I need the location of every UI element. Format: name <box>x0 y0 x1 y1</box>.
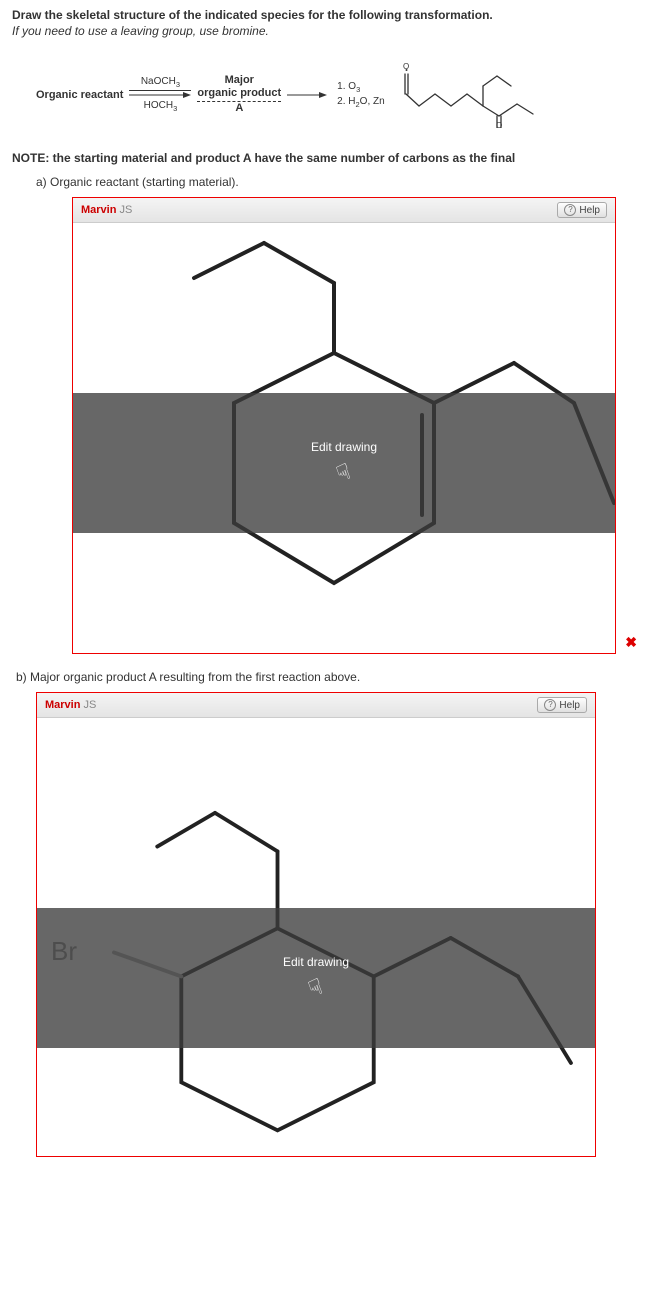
cond2b: O, Zn <box>360 96 385 107</box>
product-mid: organic product <box>197 87 281 102</box>
instruction-italic: If you need to use a leaving group, use … <box>12 24 640 38</box>
marvin-box-a: Marvin JS ? Help Edit dr <box>72 197 616 654</box>
arrow-icon <box>287 91 327 99</box>
marvin-title-red: Marvin <box>81 204 116 216</box>
arrow-icon <box>129 91 191 99</box>
arrow1-top-sub: 3 <box>176 80 180 89</box>
arrow1-bot-sub: 3 <box>173 104 177 113</box>
cond2a: 2. H <box>337 96 355 107</box>
part-a-label: a) Organic reactant (starting material). <box>36 175 640 189</box>
marvin-title-red-b: Marvin <box>45 699 80 711</box>
edit-overlay[interactable]: Edit drawing ☟ <box>73 393 615 533</box>
edit-label: Edit drawing <box>311 440 377 454</box>
svg-text:O: O <box>403 62 409 71</box>
hand-icon: ☟ <box>333 458 354 487</box>
help-button-b[interactable]: ? Help <box>537 697 587 713</box>
help-label-b: Help <box>559 700 580 711</box>
reactant-label: Organic reactant <box>36 89 123 101</box>
edit-label-b: Edit drawing <box>283 955 349 969</box>
marvin-header: Marvin JS ? Help <box>73 198 615 223</box>
help-icon: ? <box>544 699 556 711</box>
marvin-title-b: Marvin JS <box>45 699 96 711</box>
product-a-label: Major organic product A <box>197 74 281 116</box>
arrow-2 <box>287 91 327 99</box>
cond1: 1. O <box>337 81 356 92</box>
help-label: Help <box>579 205 600 216</box>
canvas-b[interactable]: Br Edit drawing ☟ <box>37 718 595 1156</box>
marvin-box-b: Marvin JS ? Help Br <box>36 692 596 1157</box>
marvin-title-grey-b: JS <box>80 699 96 711</box>
cond1-sub: 3 <box>356 85 360 94</box>
close-icon[interactable]: ✖ <box>625 634 637 651</box>
help-icon: ? <box>564 204 576 216</box>
canvas-a[interactable]: Edit drawing ☟ <box>73 223 615 653</box>
hand-icon: ☟ <box>305 973 326 1002</box>
marvin-title-grey: JS <box>116 204 132 216</box>
marvin-header-b: Marvin JS ? Help <box>37 693 595 718</box>
product-bot: A <box>197 102 281 115</box>
svg-text:O: O <box>496 121 502 128</box>
product-top: Major <box>197 74 281 87</box>
arrow1-top-text: NaOCH <box>141 76 176 87</box>
reaction-scheme: Organic reactant NaOCH3 HOCH3 Major orga… <box>36 58 640 131</box>
arrow1-bot-text: HOCH <box>144 100 173 111</box>
instruction-bold: Draw the skeletal structure of the indic… <box>12 8 640 22</box>
part-b-label: b) Major organic product A resulting fro… <box>16 670 640 684</box>
marvin-title: Marvin JS <box>81 204 132 216</box>
final-product-structure: O O <box>397 58 547 131</box>
note: NOTE: the starting material and product … <box>12 151 640 165</box>
edit-overlay-b[interactable]: Edit drawing ☟ <box>37 908 595 1048</box>
conditions: 1. O3 2. H2O, Zn <box>337 80 385 110</box>
arrow-1: NaOCH3 HOCH3 <box>129 76 191 114</box>
help-button[interactable]: ? Help <box>557 202 607 218</box>
